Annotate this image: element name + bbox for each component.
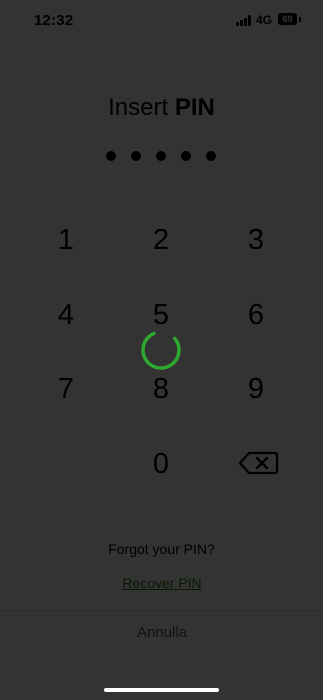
pin-dot bbox=[206, 151, 216, 161]
loading-spinner-icon bbox=[141, 330, 181, 370]
pin-dots bbox=[106, 151, 218, 161]
status-time: 12:32 bbox=[34, 12, 74, 29]
cancel-button[interactable]: Annulla bbox=[110, 624, 214, 641]
title-pin: PIN bbox=[174, 94, 215, 121]
pin-dot bbox=[131, 151, 141, 161]
key-0[interactable]: 0 bbox=[121, 439, 201, 489]
key-7[interactable]: 7 bbox=[26, 364, 106, 414]
backspace-icon bbox=[238, 451, 279, 475]
title-insert: Insert bbox=[108, 94, 169, 121]
network-type: 4G bbox=[256, 13, 273, 27]
key-3[interactable]: 3 bbox=[216, 215, 296, 265]
footer-divider bbox=[0, 610, 323, 611]
key-1[interactable]: 1 bbox=[26, 215, 106, 265]
backspace-button[interactable] bbox=[236, 448, 280, 478]
key-2[interactable]: 2 bbox=[121, 215, 201, 265]
key-9[interactable]: 9 bbox=[216, 364, 296, 414]
pin-dot bbox=[106, 151, 116, 161]
cellular-signal-icon bbox=[236, 15, 252, 26]
recover-pin-link[interactable]: Recover PIN bbox=[118, 575, 206, 591]
pin-dot bbox=[181, 151, 191, 161]
page-title: Insert PIN bbox=[0, 94, 323, 122]
battery-level: 69 bbox=[282, 14, 293, 24]
home-indicator bbox=[104, 688, 219, 692]
battery-tip bbox=[299, 17, 301, 22]
forgot-pin-text: Forgot your PIN? bbox=[108, 541, 215, 557]
pin-dot bbox=[156, 151, 166, 161]
battery-icon: 69 bbox=[278, 13, 297, 25]
key-6[interactable]: 6 bbox=[216, 290, 296, 340]
key-4[interactable]: 4 bbox=[26, 290, 106, 340]
loading-spinner bbox=[139, 328, 183, 372]
